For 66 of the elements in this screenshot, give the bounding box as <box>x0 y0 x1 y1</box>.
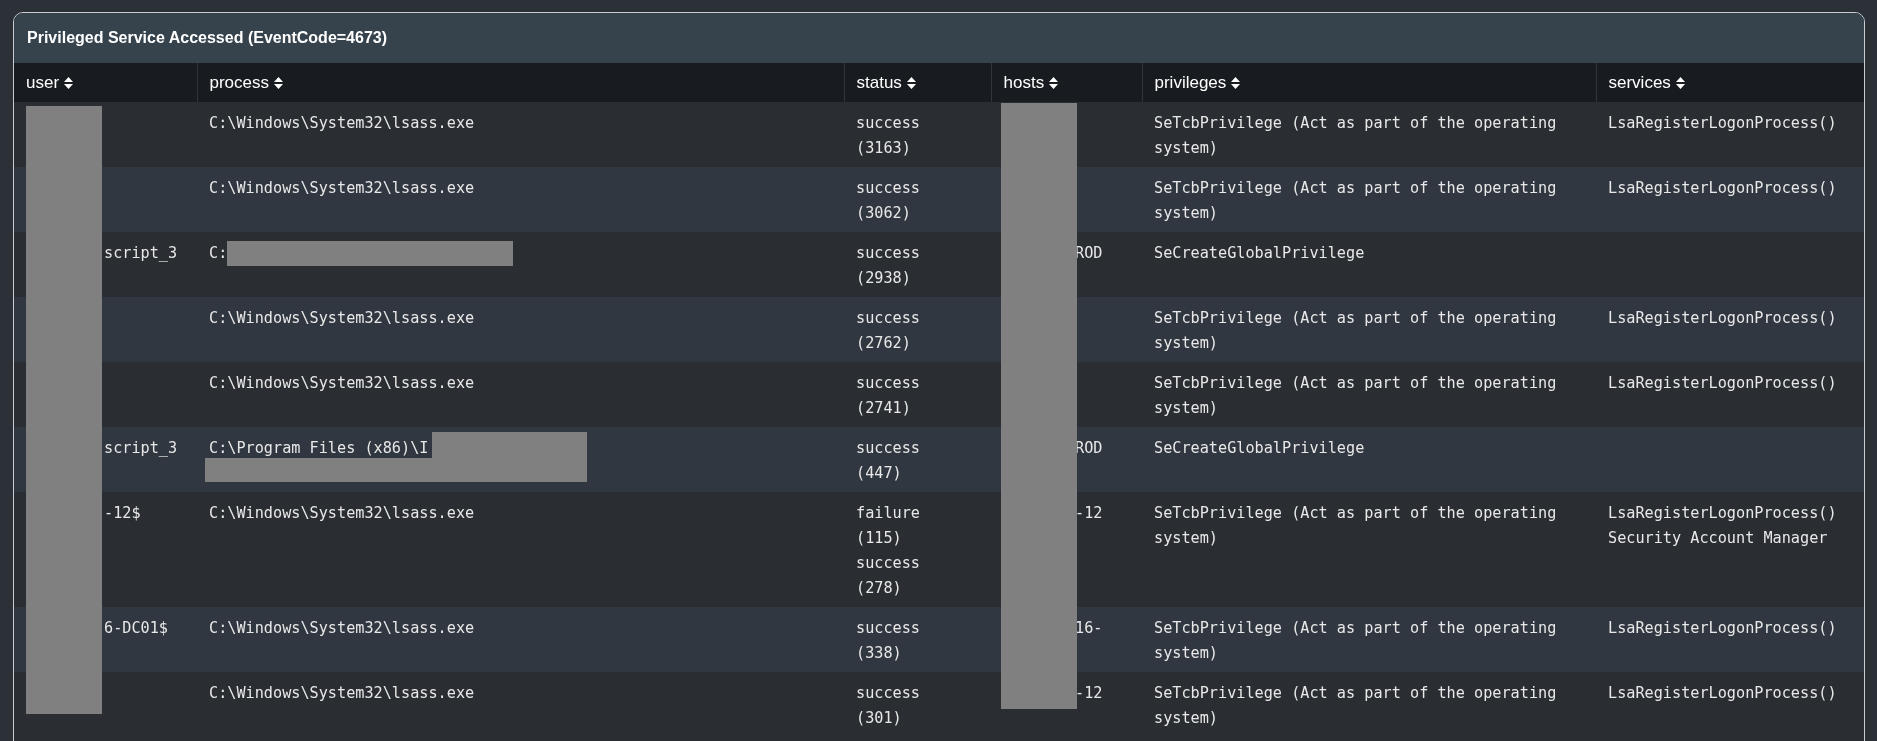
host-cell-text: -12 <box>1075 503 1104 524</box>
column-header[interactable]: hosts <box>991 63 1142 102</box>
column-header[interactable]: process <box>197 63 844 102</box>
process-cell: C:\Windows\System32\lsass.exe <box>209 114 475 132</box>
host-cell-text: -12 <box>1075 683 1104 704</box>
status-text: success <box>856 618 921 639</box>
sort-icon <box>1231 76 1241 89</box>
process-cell: C:\Windows\System32\lsass.exe <box>209 309 475 327</box>
count-text: (301) <box>856 708 903 729</box>
service-text: LsaRegisterLogonProcess() <box>1608 683 1838 704</box>
process-cell: C:\Windows\System32\lsass.exe <box>209 504 475 522</box>
column-header[interactable]: services <box>1596 63 1864 102</box>
privilege-cell-text: SeTcbPrivilege (Act as part of the operating system) <box>1154 683 1558 729</box>
privilege-cell-text: SeTcbPrivilege (Act as part of the operating system) <box>1154 113 1558 159</box>
service-text: LsaRegisterLogonProcess() <box>1608 373 1838 394</box>
count-text: (2741) <box>856 398 912 419</box>
service-text: LsaRegisterLogonProcess() <box>1608 618 1838 639</box>
sort-icon <box>906 76 916 89</box>
column-header[interactable]: privileges <box>1142 63 1596 102</box>
service-text: LsaRegisterLogonProcess() <box>1608 113 1838 134</box>
user-cell-text: script_3 <box>104 243 179 264</box>
privilege-cell-text: SeCreateGlobalPrivilege <box>1154 438 1366 459</box>
privilege-cell-text: SeTcbPrivilege (Act as part of the operating system) <box>1154 503 1558 549</box>
status-text: success <box>856 373 921 394</box>
sort-icon <box>64 76 74 89</box>
status-text: success <box>856 308 921 329</box>
service-text: LsaRegisterLogonProcess() <box>1608 503 1838 524</box>
panel-title: Privileged Service Accessed (EventCode=4673) <box>27 28 388 48</box>
privilege-cell-text: SeTcbPrivilege (Act as part of the operating system) <box>1154 373 1558 419</box>
status-text: success <box>856 178 921 199</box>
user-cell-text: -12$ <box>104 503 142 524</box>
count-text: (115) <box>856 528 903 549</box>
process-cell: C: <box>209 244 228 262</box>
column-header[interactable]: user <box>14 63 197 102</box>
count-text: (3062) <box>856 203 912 224</box>
count-text: (278) <box>856 578 903 599</box>
process-cell: C:\Windows\System32\lsass.exe <box>209 179 475 197</box>
service-text: Security Account Manager <box>1608 528 1829 549</box>
process-cell: C:\Windows\System32\lsass.exe <box>209 619 475 637</box>
service-text: LsaRegisterLogonProcess() <box>1608 178 1838 199</box>
privilege-cell-text: SeTcbPrivilege (Act as part of the operating system) <box>1154 178 1558 224</box>
process-cell: C:\Windows\System32\lsass.exe <box>209 374 475 392</box>
status-text: success <box>856 243 921 264</box>
status-text: failure <box>856 503 921 524</box>
count-text: (447) <box>856 463 903 484</box>
sort-icon <box>274 76 284 89</box>
user-cell-text: 6-DC01$ <box>104 618 169 639</box>
privilege-cell-text: SeTcbPrivilege (Act as part of the operating system) <box>1154 308 1558 354</box>
privilege-cell-text: SeTcbPrivilege (Act as part of the operating system) <box>1154 618 1558 664</box>
status-text: success <box>856 438 921 459</box>
status-text: success <box>856 113 921 134</box>
status-text: success <box>856 553 921 574</box>
count-text: (2938) <box>856 268 912 289</box>
count-text: (338) <box>856 643 903 664</box>
count-text: (3163) <box>856 138 912 159</box>
column-header[interactable]: status <box>844 63 991 102</box>
status-text: success <box>856 683 921 704</box>
user-cell-text: script_3 <box>104 438 179 459</box>
process-cell: C:\Program Files (x86)\I <box>209 439 429 457</box>
host-cell-text: 16- <box>1075 618 1104 639</box>
count-text: (2762) <box>856 333 912 354</box>
sort-icon <box>1675 76 1685 89</box>
process-cell: C:\Windows\System32\lsass.exe <box>209 684 475 702</box>
privilege-cell-text: SeCreateGlobalPrivilege <box>1154 243 1366 264</box>
service-text: LsaRegisterLogonProcess() <box>1608 308 1838 329</box>
sort-icon <box>1049 76 1059 89</box>
